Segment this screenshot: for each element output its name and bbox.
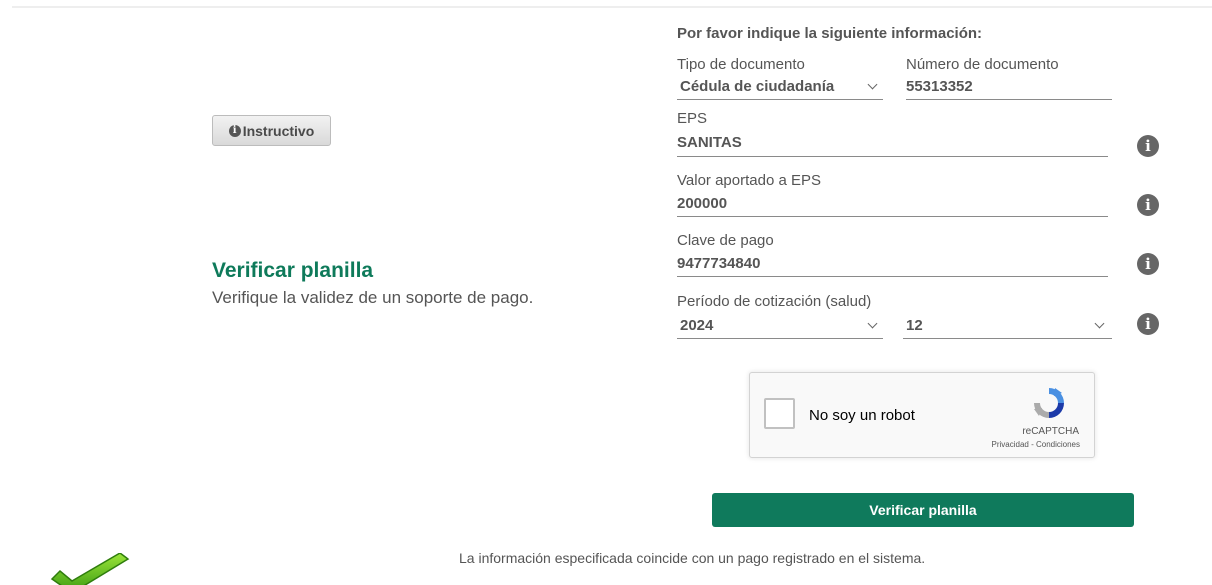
clave-pago-label: Clave de pago: [677, 232, 774, 249]
periodo-year-select[interactable]: 2024: [677, 312, 883, 339]
recaptcha-checkbox[interactable]: [764, 398, 795, 429]
page-title: Verificar planilla: [212, 259, 374, 282]
field-underline: [906, 99, 1112, 100]
numero-documento-label: Número de documento: [906, 56, 1059, 73]
numero-documento-input[interactable]: 55313352: [906, 74, 1112, 100]
recaptcha-label: No soy un robot: [809, 407, 915, 424]
valor-aportado-label: Valor aportado a EPS: [677, 172, 821, 189]
eps-value: SANITAS: [677, 134, 742, 151]
field-underline: [677, 216, 1108, 217]
top-divider: [12, 6, 1212, 8]
result-message: La información especificada coincide con…: [459, 550, 926, 566]
field-underline: [677, 276, 1108, 277]
green-checkmark-icon: [50, 553, 130, 585]
periodo-info-icon[interactable]: i: [1137, 313, 1159, 335]
recaptcha-widget: No soy un robot reCAPTCHA Privacidad - C…: [749, 372, 1095, 458]
recaptcha-brand: reCAPTCHA: [1022, 426, 1079, 437]
form-heading: Por favor indique la siguiente informaci…: [677, 25, 983, 42]
periodo-label: Período de cotización (salud): [677, 293, 872, 310]
chevron-down-icon: [867, 79, 878, 90]
chevron-down-icon: [1094, 318, 1105, 329]
recaptcha-links[interactable]: Privacidad - Condiciones: [992, 440, 1081, 449]
chevron-down-icon: [867, 318, 878, 329]
recaptcha-logo-icon: [1034, 388, 1064, 418]
valor-aportado-value: 200000: [677, 195, 728, 212]
valor-aportado-info-icon[interactable]: i: [1137, 194, 1159, 216]
eps-info-icon[interactable]: i: [1137, 135, 1159, 157]
tipo-documento-value: Cédula de ciudadanía: [680, 78, 835, 95]
instructivo-button[interactable]: i Instructivo: [212, 115, 331, 146]
verificar-planilla-button[interactable]: Verificar planilla: [712, 493, 1134, 527]
valor-aportado-input[interactable]: 200000: [677, 191, 1108, 217]
field-underline: [677, 99, 883, 100]
tipo-documento-label: Tipo de documento: [677, 56, 805, 73]
clave-pago-info-icon[interactable]: i: [1137, 253, 1159, 275]
eps-label: EPS: [677, 110, 708, 127]
numero-documento-value: 55313352: [906, 78, 973, 95]
field-underline: [903, 338, 1112, 339]
periodo-month-select[interactable]: 12: [903, 312, 1112, 339]
field-underline: [677, 338, 883, 339]
info-circle-icon: i: [228, 124, 241, 137]
eps-input[interactable]: SANITAS: [677, 130, 1108, 157]
periodo-month-value: 12: [906, 317, 923, 334]
periodo-year-value: 2024: [680, 317, 714, 334]
instructivo-label: Instructivo: [242, 122, 315, 139]
tipo-documento-select[interactable]: Cédula de ciudadanía: [677, 74, 883, 100]
page-subtitle: Verifique la validez de un soporte de pa…: [212, 288, 534, 307]
clave-pago-input[interactable]: 9477734840: [677, 251, 1108, 277]
field-underline: [677, 156, 1108, 157]
clave-pago-value: 9477734840: [677, 255, 761, 272]
